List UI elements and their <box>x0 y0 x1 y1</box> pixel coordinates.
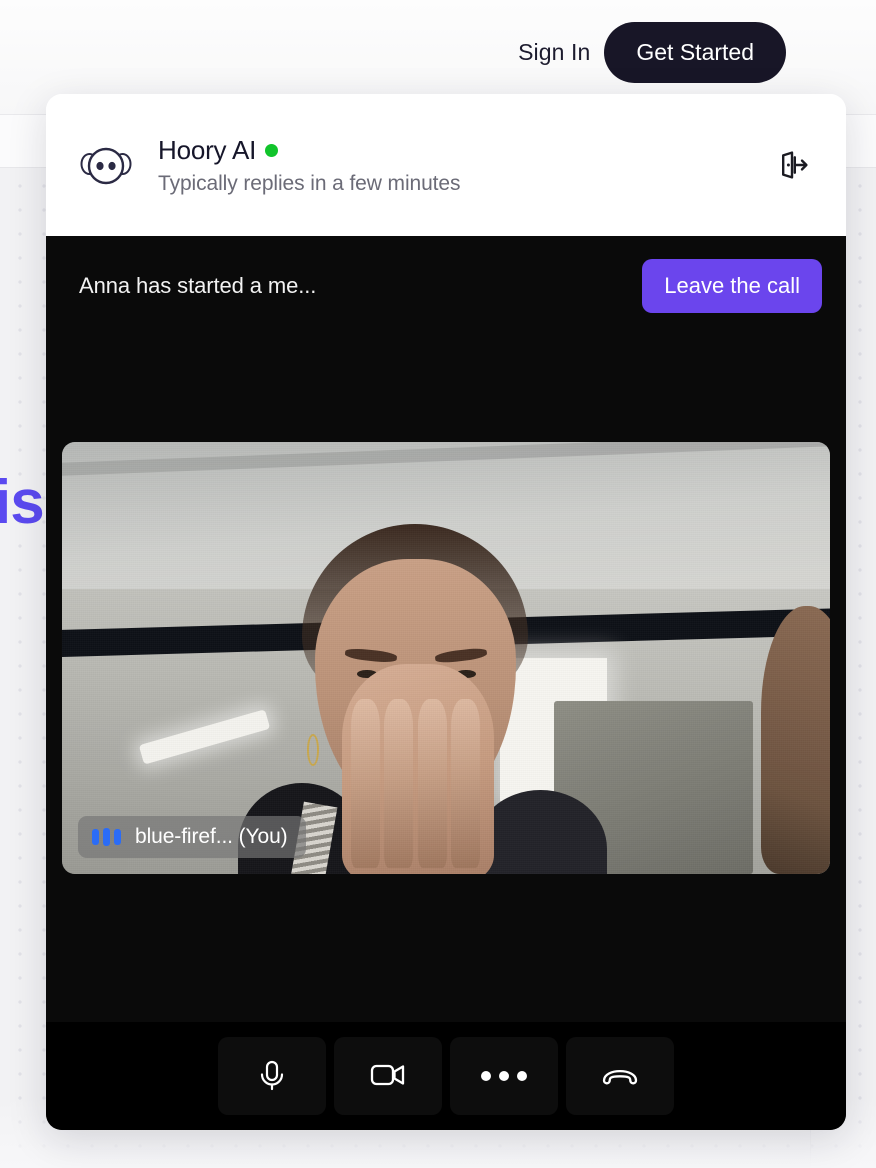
video-person-finger <box>384 698 414 868</box>
video-camera-icon <box>366 1055 410 1098</box>
hoory-chat-widget: Hoory AI Typically replies in a few minu… <box>46 94 846 1130</box>
video-person-finger <box>417 698 447 868</box>
video-person-hands <box>341 664 494 874</box>
hang-up-icon <box>597 1055 643 1098</box>
video-person-finger <box>350 698 380 868</box>
leave-the-call-button[interactable]: Leave the call <box>642 259 822 313</box>
widget-header: Hoory AI Typically replies in a few minu… <box>46 94 846 236</box>
page-vertical-divider <box>810 1128 811 1168</box>
online-status-indicator-icon <box>265 143 279 157</box>
call-control-bar <box>46 1022 846 1130</box>
video-stage: blue-firef... (You) <box>46 336 846 1022</box>
video-person-brow-right <box>434 646 489 664</box>
call-banner-text: Anna has started a me... <box>79 273 317 298</box>
participant-name-tag: blue-firef... (You) <box>78 816 306 858</box>
get-started-button[interactable]: Get Started <box>604 21 786 83</box>
participant-video-tile[interactable]: blue-firef... (You) <box>62 442 830 874</box>
hero-headline-fragment: is <box>0 468 45 537</box>
agent-name-row: Hoory AI <box>158 135 770 166</box>
hoory-face-icon <box>78 137 134 193</box>
more-options-icon <box>481 1071 527 1081</box>
video-call-area: Anna has started a me... Leave the call <box>46 236 846 1130</box>
video-bg-ceiling-beam <box>62 442 830 478</box>
call-banner: Anna has started a me... Leave the call <box>46 236 846 336</box>
participant-name-label: blue-firef... (You) <box>135 825 288 848</box>
video-person <box>238 524 607 874</box>
site-navigation: Sign In Get Started <box>518 0 876 104</box>
video-person-earring <box>307 734 320 766</box>
toggle-camera-button[interactable] <box>334 1037 442 1115</box>
sign-in-link[interactable]: Sign In <box>518 39 590 66</box>
exit-door-arrow-icon[interactable] <box>770 142 816 188</box>
video-person-finger <box>451 698 481 868</box>
audio-level-bars-icon <box>92 828 121 846</box>
agent-subtitle: Typically replies in a few minutes <box>158 171 461 195</box>
agent-name: Hoory AI <box>158 134 257 165</box>
more-options-button[interactable] <box>450 1037 558 1115</box>
video-second-person-partial <box>760 606 830 874</box>
hang-up-button[interactable] <box>566 1037 674 1115</box>
toggle-microphone-button[interactable] <box>218 1037 326 1115</box>
widget-header-text: Hoory AI Typically replies in a few minu… <box>158 135 770 196</box>
video-person-brow-left <box>344 647 398 664</box>
microphone-icon <box>252 1055 292 1098</box>
